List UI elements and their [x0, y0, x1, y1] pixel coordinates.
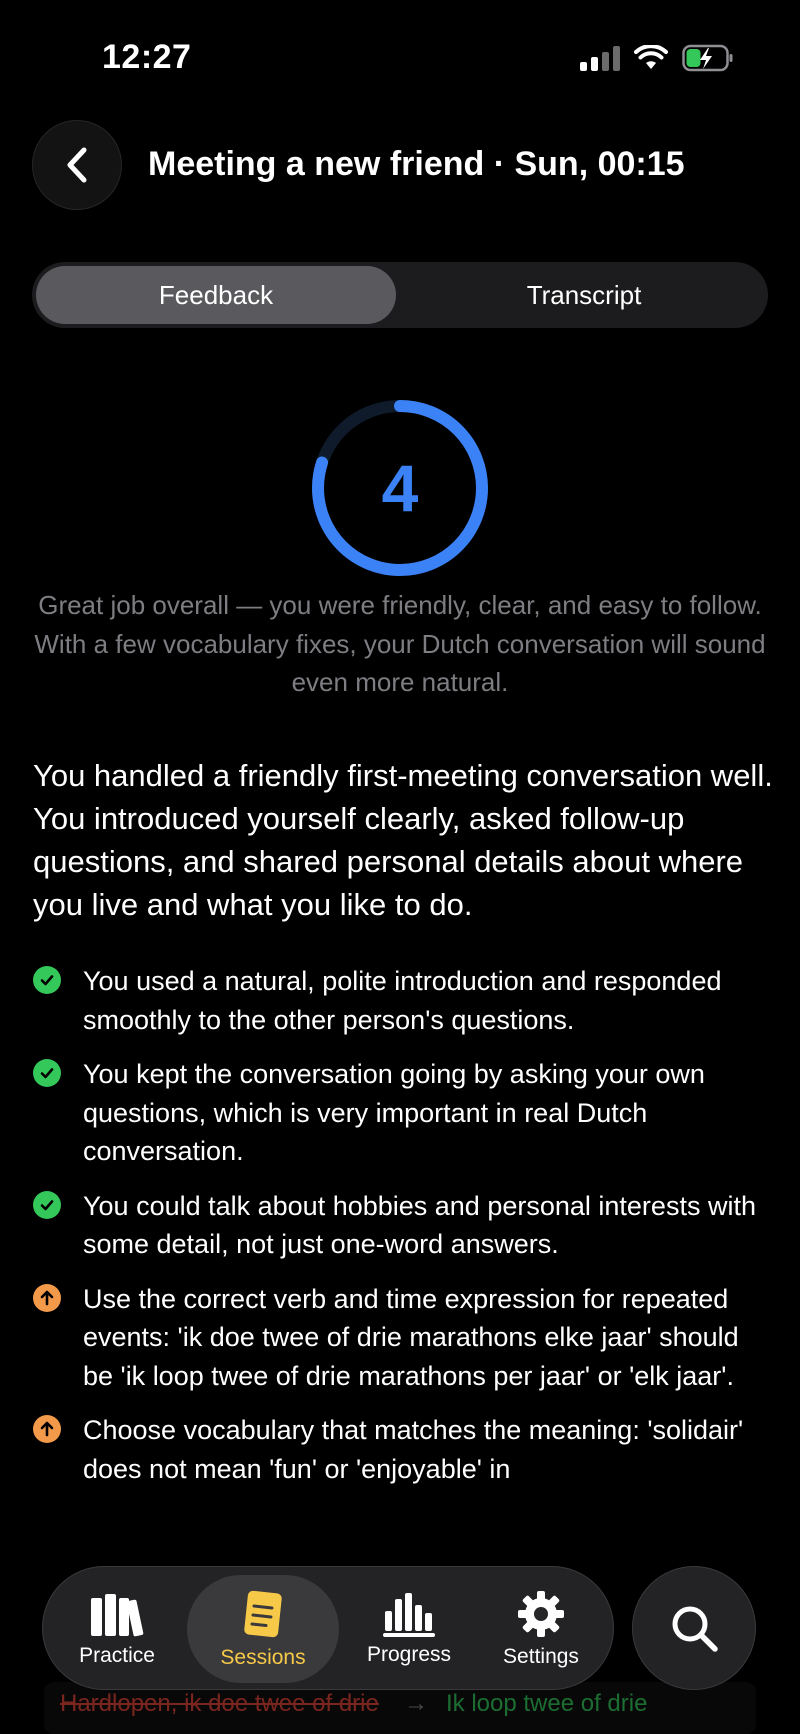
tab-progress-label: Progress	[366, 1643, 452, 1666]
wifi-icon	[634, 45, 668, 69]
tab-settings-label: Settings	[503, 1645, 579, 1668]
cellular-signal-icon	[580, 45, 620, 71]
feedback-item: You used a natural, polite introduction …	[33, 962, 773, 1039]
tab-practice-label: Practice	[79, 1644, 155, 1667]
status-bar: 12:27	[0, 0, 800, 110]
correction-right: Ik loop twee of drie	[446, 1690, 648, 1717]
check-icon	[33, 1059, 61, 1087]
books-icon	[91, 1594, 144, 1637]
arrow-right-icon: →	[404, 1690, 428, 1717]
feedback-item: Use the correct verb and time expression…	[33, 1280, 773, 1396]
feedback-item-text: Use the correct verb and time expression…	[83, 1283, 739, 1391]
search-icon	[672, 1606, 718, 1652]
tab-sessions[interactable]: Sessions	[187, 1575, 339, 1683]
summary-text: Great job overall — you were friendly, c…	[34, 590, 766, 697]
gear-icon	[518, 1591, 564, 1637]
overview-text: You handled a friendly first-meeting con…	[33, 758, 773, 922]
check-icon	[33, 966, 61, 994]
search-button[interactable]	[632, 1566, 756, 1690]
tab-bar: Practice Sessions Progress Settings	[42, 1566, 614, 1690]
feedback-list: You used a natural, polite introduction …	[33, 962, 773, 1504]
tab-progress[interactable]: Progress	[349, 1567, 469, 1691]
tab-feedback[interactable]: Feedback	[36, 266, 396, 324]
arrow-up-icon	[33, 1283, 61, 1312]
feedback-item: You kept the conversation going by askin…	[33, 1055, 773, 1171]
tab-practice[interactable]: Practice	[57, 1567, 177, 1691]
feedback-item-text: You kept the conversation going by askin…	[83, 1059, 705, 1166]
feedback-item-text: You used a natural, polite introduction …	[83, 966, 722, 1035]
feedback-item: You could talk about hobbies and persona…	[33, 1187, 773, 1264]
chevron-left-icon	[67, 147, 87, 183]
feedback-item: Choose vocabulary that matches the meani…	[33, 1411, 773, 1488]
arrow-up-icon	[33, 1415, 61, 1443]
back-button[interactable]	[32, 120, 122, 210]
battery-charging-icon	[682, 44, 733, 72]
tab-settings[interactable]: Settings	[479, 1567, 603, 1691]
correction-wrong: Hardlopen, ik doe twee of drie	[60, 1690, 379, 1717]
feedback-item-text: Choose vocabulary that matches the meani…	[83, 1415, 744, 1484]
feedback-item-text: You could talk about hobbies and persona…	[83, 1190, 756, 1260]
score-value: 4	[381, 451, 419, 525]
segmented-control: Feedback Transcript	[32, 262, 768, 328]
status-time: 12:27	[102, 38, 192, 76]
status-icons	[580, 44, 734, 72]
notepad-icon	[244, 1590, 282, 1638]
page-title: Meeting a new friend · Sun, 00:15	[148, 145, 685, 183]
tab-sessions-label: Sessions	[220, 1646, 306, 1669]
bar-chart-icon	[383, 1593, 435, 1637]
tab-transcript[interactable]: Transcript	[404, 266, 764, 324]
check-icon	[33, 1190, 61, 1219]
